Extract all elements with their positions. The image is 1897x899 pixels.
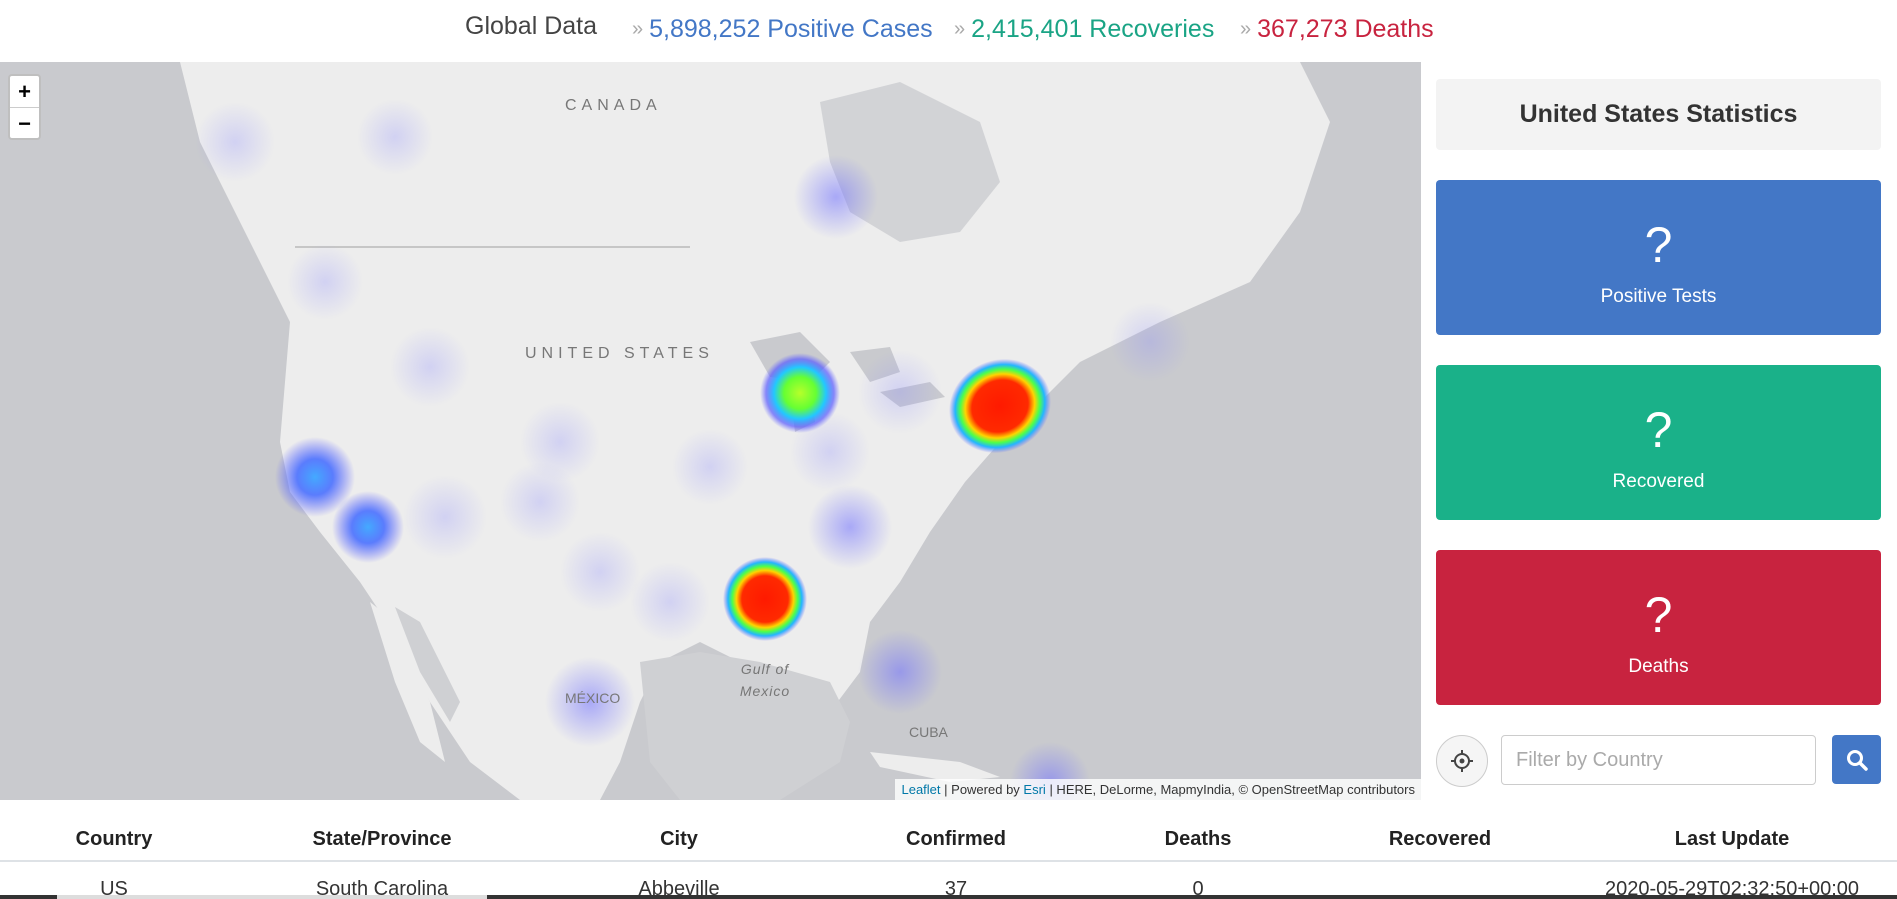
map-label-mexico: MÉXICO	[565, 690, 621, 706]
map-label-cuba: CUBA	[909, 724, 948, 740]
column-header[interactable]: Deaths	[1165, 828, 1232, 851]
locate-button[interactable]	[1436, 735, 1488, 787]
column-header[interactable]: Country	[76, 828, 153, 851]
map-attribution: Leaflet | Powered by Esri | HERE, DeLorm…	[895, 779, 1421, 800]
country-stats-title: United States Statistics	[1436, 79, 1881, 150]
map-label-canada: CANADA	[565, 97, 662, 114]
column-header[interactable]: City	[660, 828, 698, 851]
column-header[interactable]: Confirmed	[906, 828, 1006, 851]
deaths-label: Deaths	[1628, 656, 1689, 677]
global-positive-cases: » 5,898,252 Positive Cases	[632, 15, 933, 43]
esri-link[interactable]: Esri	[1023, 782, 1045, 797]
scrollbar-thumb[interactable]	[487, 895, 1897, 899]
column-header[interactable]: Recovered	[1389, 828, 1491, 851]
zoom-in-button[interactable]: +	[10, 76, 39, 108]
map-basemap	[180, 62, 1330, 800]
separator-icon: »	[1240, 18, 1252, 40]
recovered-card: ? Recovered	[1436, 365, 1881, 520]
scrollbar-segment	[0, 895, 57, 899]
country-filter-input[interactable]	[1501, 735, 1816, 785]
search-icon	[1846, 749, 1868, 771]
recovered-value: ?	[1644, 402, 1673, 458]
column-header[interactable]: Last Update	[1675, 828, 1789, 851]
table-row[interactable]: US South Carolina Abbeville 37 0 2020-05…	[0, 864, 1897, 899]
global-data-title: Global Data	[465, 12, 598, 40]
global-stats-bar: Global Data » 5,898,252 Positive Cases » 2…	[0, 0, 1897, 62]
global-recoveries: » 2,415,401 Recoveries	[954, 15, 1215, 43]
deaths-value: ?	[1644, 587, 1673, 643]
column-header[interactable]: State/Province	[313, 828, 452, 851]
powered-by-text: | Powered by	[944, 782, 1020, 797]
separator-icon: »	[954, 18, 966, 40]
attribution-text: | HERE, DeLorme, MapmyIndia, © OpenStree…	[1049, 782, 1415, 797]
crosshair-icon	[1451, 750, 1473, 772]
positive-tests-label: Positive Tests	[1600, 286, 1717, 307]
map-label-united-states: UNITED STATES	[525, 345, 714, 362]
positive-tests-card: ? Positive Tests	[1436, 180, 1881, 335]
separator-icon: »	[632, 18, 644, 40]
search-button[interactable]	[1832, 735, 1881, 784]
zoom-out-button[interactable]: −	[10, 108, 39, 139]
table-header: Country State/Province City Confirmed De…	[0, 820, 1897, 862]
leaflet-link[interactable]: Leaflet	[901, 782, 940, 797]
positive-tests-value: ?	[1644, 217, 1673, 273]
data-table: Country State/Province City Confirmed De…	[0, 800, 1897, 899]
scrollbar-track[interactable]	[0, 895, 1897, 899]
deaths-card: ? Deaths	[1436, 550, 1881, 705]
recovered-label: Recovered	[1612, 471, 1705, 492]
zoom-control: + −	[8, 74, 41, 140]
global-deaths: » 367,273 Deaths	[1240, 15, 1434, 43]
map-label-gulf: Gulf of Mexico	[739, 661, 791, 699]
heatmap-map[interactable]: CANADA UNITED STATES MÉXICO Gulf of Mexi…	[0, 62, 1421, 800]
